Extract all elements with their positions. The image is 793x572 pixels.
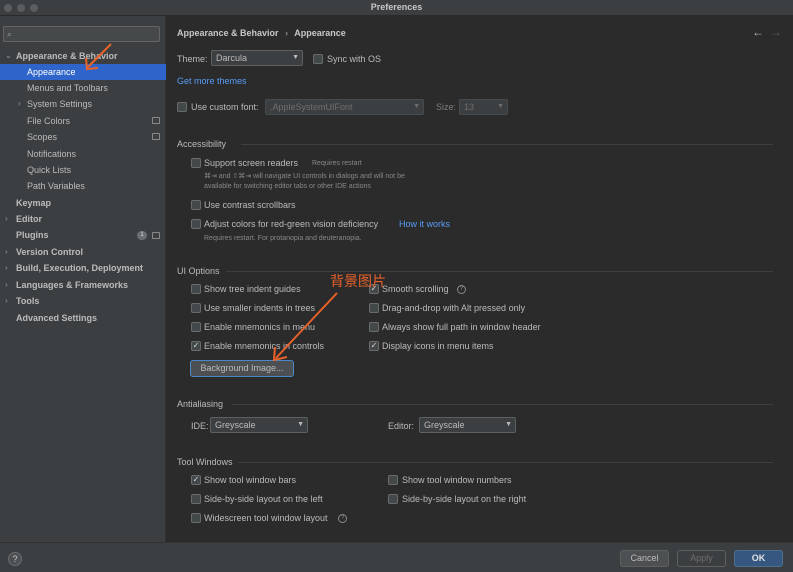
cancel-button[interactable]: Cancel (620, 550, 669, 567)
annotation-arrows (85, 43, 338, 362)
help-button[interactable]: ? (8, 552, 22, 566)
dialog-footer: ? Cancel Apply OK (0, 542, 793, 572)
apply-button[interactable]: Apply (677, 550, 726, 567)
annotation-arrow-button (272, 292, 338, 362)
ok-button[interactable]: OK (734, 550, 783, 567)
annotation-arrow-sidebar (85, 43, 112, 71)
